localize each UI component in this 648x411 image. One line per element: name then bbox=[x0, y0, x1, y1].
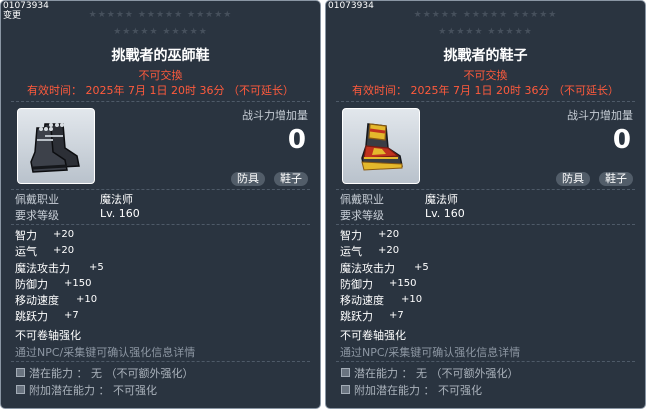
scroll-enhance-note: 不可卷轴强化 bbox=[15, 329, 81, 342]
stat-jump-value: +7 bbox=[389, 310, 404, 321]
stat-luk-value: +20 bbox=[378, 245, 400, 256]
stat-int-value: +20 bbox=[53, 229, 75, 240]
stat-speed-value: +10 bbox=[401, 294, 423, 305]
stat-luk-label: 运气 bbox=[15, 245, 37, 258]
stat-jump-value: +7 bbox=[64, 310, 79, 321]
req-level-value: Lv. 160 bbox=[425, 207, 465, 220]
trade-status: 不可交換 bbox=[463, 69, 508, 82]
potential-label: 潜在能力 ： 无 （不可额外强化） bbox=[29, 367, 194, 380]
red-gold-boots-icon bbox=[361, 123, 403, 171]
star-force-row-2: ★★★★★ ★★★★★ bbox=[438, 27, 533, 37]
stat-speed-value: +10 bbox=[76, 294, 98, 305]
stat-matk-label: 魔法攻击力 bbox=[340, 262, 395, 275]
item-icon-frame bbox=[17, 108, 95, 184]
combat-power-value: 0 bbox=[287, 125, 306, 155]
additional-potential-icon bbox=[341, 385, 350, 394]
scroll-enhance-note: 不可卷轴强化 bbox=[340, 329, 406, 342]
potential-label: 潜在能力 ： 无 （不可额外强化） bbox=[354, 367, 519, 380]
item-tooltip-shoes: 01073934 ★★★★★ ★★★★★ ★★★★★ ★★★★★ ★★★★★ 挑… bbox=[325, 0, 646, 409]
additional-potential-label: 附加潜在能力 ： 不可强化 bbox=[29, 384, 157, 397]
stat-luk-value: +20 bbox=[53, 245, 75, 256]
category-tag-armor: 防具 bbox=[231, 172, 265, 186]
divider bbox=[11, 101, 310, 102]
req-job-label: 佩戴职业 bbox=[340, 193, 384, 206]
req-level-value: Lv. 160 bbox=[100, 207, 140, 220]
additional-potential-label: 附加潜在能力 ： 不可强化 bbox=[354, 384, 482, 397]
stat-matk-value: +5 bbox=[89, 262, 104, 273]
req-job-value: 魔法师 bbox=[425, 193, 458, 206]
divider bbox=[336, 101, 635, 102]
divider bbox=[11, 361, 310, 362]
expiry-time: 有效时间： 2025年 7月 1日 20时 36分 （不可延长） bbox=[352, 84, 619, 97]
trade-status: 不可交換 bbox=[138, 69, 183, 82]
stat-matk-label: 魔法攻击力 bbox=[15, 262, 70, 275]
star-force-row-1: ★★★★★ ★★★★★ ★★★★★ bbox=[413, 10, 558, 20]
potential-icon bbox=[341, 368, 350, 377]
req-level-label: 要求等级 bbox=[340, 209, 384, 222]
stat-jump-label: 跳跃力 bbox=[15, 310, 48, 323]
stat-int-value: +20 bbox=[378, 229, 400, 240]
combat-power-label: 战斗力增加量 bbox=[242, 109, 308, 122]
req-job-label: 佩戴职业 bbox=[15, 193, 59, 206]
stat-def-value: +150 bbox=[64, 278, 92, 289]
combat-power-value: 0 bbox=[612, 125, 631, 155]
item-title: 挑戰者的鞋子 bbox=[443, 48, 528, 64]
enhance-hint: 通过NPC/采集键可确认强化信息详情 bbox=[340, 346, 521, 359]
divider bbox=[336, 361, 635, 362]
stat-luk-label: 运气 bbox=[340, 245, 362, 258]
divider bbox=[336, 224, 635, 225]
item-title: 挑戰者的巫師鞋 bbox=[111, 48, 210, 64]
stat-matk-value: +5 bbox=[414, 262, 429, 273]
category-tag-armor: 防具 bbox=[556, 172, 590, 186]
stat-speed-label: 移动速度 bbox=[340, 294, 384, 307]
stat-def-label: 防御力 bbox=[340, 278, 373, 291]
enhance-hint: 通过NPC/采集键可确认强化信息详情 bbox=[15, 346, 196, 359]
combat-power-label: 战斗力增加量 bbox=[567, 109, 633, 122]
star-force-row-2: ★★★★★ ★★★★★ bbox=[113, 27, 208, 37]
category-tag-shoes: 鞋子 bbox=[274, 172, 308, 186]
star-force-row-1: ★★★★★ ★★★★★ ★★★★★ bbox=[88, 10, 233, 20]
req-level-label: 要求等级 bbox=[15, 209, 59, 222]
stat-int-label: 智力 bbox=[15, 229, 37, 242]
category-tag-shoes: 鞋子 bbox=[599, 172, 633, 186]
item-tooltip-wizard-shoes: 01073934 变更 ★★★★★ ★★★★★ ★★★★★ ★★★★★ ★★★★… bbox=[0, 0, 321, 409]
stat-int-label: 智力 bbox=[340, 229, 362, 242]
item-icon-frame bbox=[342, 108, 420, 184]
dark-boots-icon bbox=[30, 123, 80, 173]
potential-icon bbox=[16, 368, 25, 377]
stat-speed-label: 移动速度 bbox=[15, 294, 59, 307]
expiry-time: 有效时间： 2025年 7月 1日 20时 36分 （不可延长） bbox=[27, 84, 294, 97]
divider bbox=[11, 224, 310, 225]
additional-potential-icon bbox=[16, 385, 25, 394]
divider bbox=[336, 189, 635, 190]
stat-def-value: +150 bbox=[389, 278, 417, 289]
stat-def-label: 防御力 bbox=[15, 278, 48, 291]
req-job-value: 魔法师 bbox=[100, 193, 133, 206]
stat-jump-label: 跳跃力 bbox=[340, 310, 373, 323]
divider bbox=[11, 189, 310, 190]
